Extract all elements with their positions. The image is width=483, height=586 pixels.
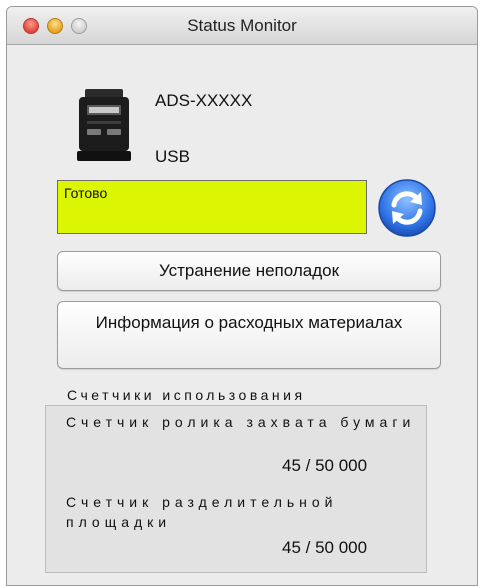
usage-counters-title: Счетчики использования — [67, 387, 306, 403]
separation-pad-counter-label: Счетчик разделительной площадки — [66, 494, 338, 530]
refresh-button[interactable] — [377, 178, 437, 238]
status-display: Готово — [57, 180, 367, 234]
status-monitor-window: Status Monitor ADS-XXXXX USB Готово Устр… — [6, 6, 478, 586]
separation-pad-counter-value: 45 / 50 000 — [282, 538, 368, 557]
device-connection: USB — [155, 147, 190, 166]
title-bar: Status Monitor — [7, 7, 477, 45]
supplies-info-button[interactable]: Информация о расходных материалах — [57, 301, 441, 369]
device-name: ADS-XXXXX — [155, 91, 253, 110]
usage-counters-panel: Счетчик ролика захвата бумаги 45 / 50 00… — [45, 405, 427, 573]
troubleshooting-button[interactable]: Устранение неполадок — [57, 251, 441, 291]
pickup-roller-counter-label: Счетчик ролика захвата бумаги — [66, 414, 416, 430]
scanner-icon — [77, 89, 131, 161]
pickup-roller-counter-value: 45 / 50 000 — [282, 456, 368, 475]
window-title: Status Monitor — [187, 16, 297, 35]
